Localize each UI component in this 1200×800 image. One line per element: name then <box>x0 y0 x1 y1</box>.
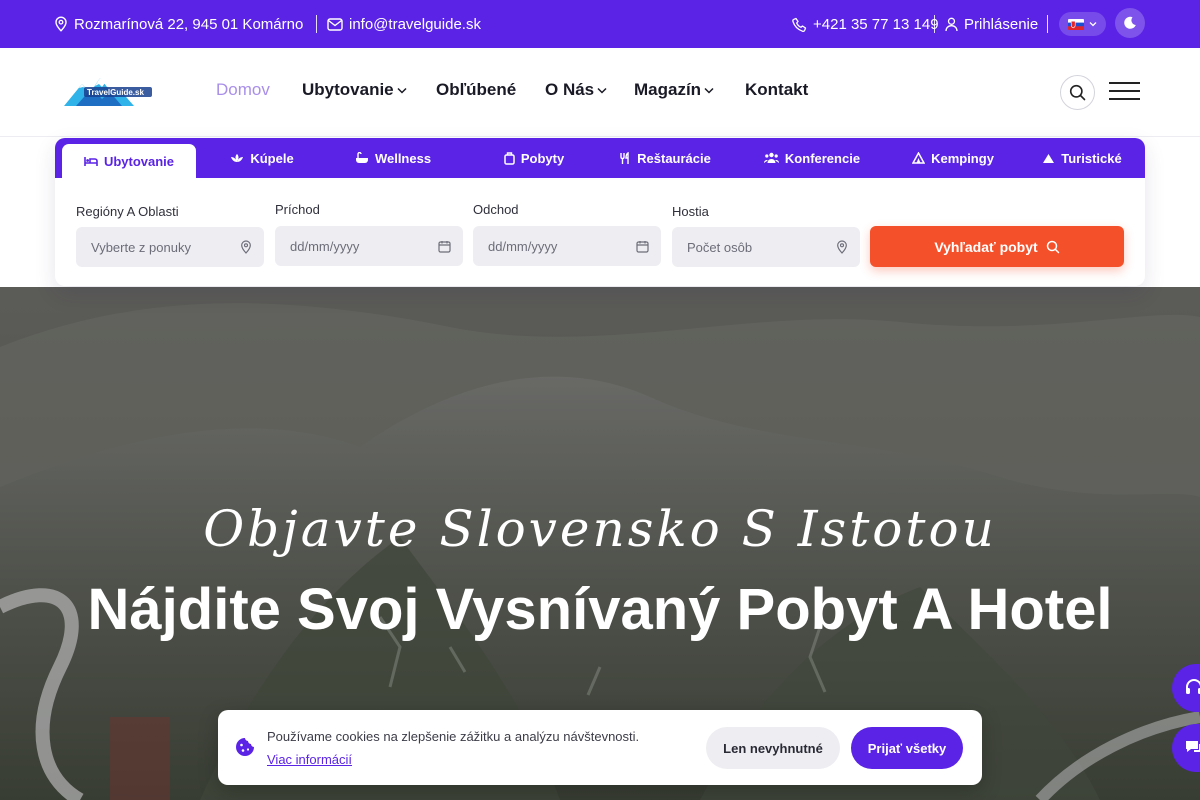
tab-label: Turistické <box>1061 150 1122 166</box>
nav-label: Obľúbené <box>436 80 517 99</box>
logo-text: TravelGuide.sk <box>87 88 144 97</box>
tab-label: Wellness <box>374 150 432 166</box>
guests-input[interactable]: Počet osôb <box>672 227 860 267</box>
departure-placeholder: dd/mm/yyyy <box>488 238 558 254</box>
departure-date-input[interactable]: dd/mm/yyyy <box>473 226 661 266</box>
envelope-icon <box>327 17 343 31</box>
address-text: Rozmarínová 22, 945 01 Komárno <box>74 15 304 33</box>
header-search-button[interactable] <box>1060 75 1095 110</box>
tab-label: Kempingy <box>931 150 994 166</box>
category-tabs: Ubytovanie Kúpele Wellness Pobyty Reštau… <box>55 138 1145 178</box>
search-card: Ubytovanie Kúpele Wellness Pobyty Reštau… <box>55 138 1145 286</box>
location-pin-icon <box>54 16 68 32</box>
nav-o-nas[interactable]: O Nás <box>545 80 607 100</box>
tab-restauracie[interactable]: Reštaurácie <box>603 138 727 178</box>
nav-domov[interactable]: Domov <box>216 80 270 100</box>
hero-title: Nájdite Svoj Vysnívaný Pobyt A Hotel <box>87 577 1113 642</box>
bathtub-icon <box>355 152 369 164</box>
moon-icon <box>1123 16 1137 30</box>
tab-label: Ubytovanie <box>103 153 175 169</box>
tab-konferencie[interactable]: Konferencie <box>745 138 879 178</box>
tent-icon <box>912 152 926 164</box>
tab-turisticke[interactable]: Turistické <box>1025 138 1139 178</box>
tab-label: Kúpele <box>250 150 294 166</box>
phone-link[interactable]: +421 35 77 13 149 <box>792 0 939 48</box>
top-bar: Rozmarínová 22, 945 01 Komárno info@trav… <box>0 0 1200 48</box>
field-label-departure: Odchod <box>473 202 519 217</box>
phone-icon <box>792 17 807 32</box>
calendar-icon <box>438 240 451 253</box>
site-logo[interactable]: TravelGuide.sk <box>62 72 154 112</box>
nav-label: Magazín <box>634 80 702 99</box>
nav-oblubene[interactable]: Obľúbené <box>436 80 516 100</box>
cookie-more-info-link[interactable]: Viac informácií <box>267 752 352 767</box>
language-selector[interactable] <box>1059 12 1106 36</box>
cookie-consent-banner: Používame cookies na zlepšenie zážitku a… <box>218 710 982 785</box>
email-text: info@travelguide.sk <box>349 15 481 33</box>
nav-label: Ubytovanie <box>302 80 394 99</box>
guests-placeholder: Počet osôb <box>687 239 753 255</box>
tab-label: Konferencie <box>784 150 861 166</box>
nav-kontakt[interactable]: Kontakt <box>745 80 808 100</box>
chevron-down-icon <box>397 87 407 94</box>
hero-script-title: Objavte Slovensko S Istotou <box>203 500 997 558</box>
divider <box>1047 15 1048 33</box>
field-label-arrival: Príchod <box>275 202 320 217</box>
calendar-icon <box>636 240 649 253</box>
tab-label: Pobyty <box>520 150 565 166</box>
divider <box>934 15 935 33</box>
tab-pobyty[interactable]: Pobyty <box>473 138 595 178</box>
search-icon <box>1069 84 1086 101</box>
cutlery-icon <box>619 151 631 165</box>
field-label-region: Regióny A Oblasti <box>76 204 179 219</box>
user-icon <box>945 17 958 32</box>
field-label-guests: Hostia <box>672 204 709 219</box>
accept-all-button[interactable]: Prijať všetky <box>851 727 963 769</box>
phone-text: +421 35 77 13 149 <box>813 15 939 33</box>
location-pin-icon <box>240 240 252 254</box>
nav-label: Domov <box>216 80 270 99</box>
location-pin-icon <box>836 240 848 254</box>
search-stay-button[interactable]: Vyhľadať pobyt <box>870 226 1124 267</box>
bed-icon <box>84 156 98 167</box>
search-button-label: Vyhľadať pobyt <box>934 238 1038 255</box>
nav-label: Kontakt <box>745 80 809 99</box>
mountain-icon <box>1042 153 1055 164</box>
chevron-down-icon <box>704 87 714 94</box>
email-link[interactable]: info@travelguide.sk <box>327 0 481 48</box>
arrival-date-input[interactable]: dd/mm/yyyy <box>275 226 463 266</box>
cookie-icon <box>235 737 255 757</box>
chevron-down-icon <box>1089 21 1097 27</box>
suitcase-icon <box>504 151 515 165</box>
essential-only-button[interactable]: Len nevyhnutné <box>706 727 840 769</box>
nav-label: O Nás <box>545 80 595 99</box>
region-placeholder: Vyberte z ponuky <box>91 239 191 255</box>
tab-kempingy[interactable]: Kempingy <box>891 138 1015 178</box>
divider <box>316 15 317 33</box>
slovak-flag-icon <box>1068 18 1084 30</box>
people-icon <box>763 152 779 164</box>
login-text: Prihlásenie <box>964 15 1039 33</box>
tab-kupele[interactable]: Kúpele <box>203 138 321 178</box>
address-item: Rozmarínová 22, 945 01 Komárno <box>54 0 303 48</box>
main-header: TravelGuide.sk Domov Ubytovanie Obľúbené… <box>0 48 1200 137</box>
tab-wellness[interactable]: Wellness <box>329 138 457 178</box>
lotus-icon <box>230 153 244 164</box>
chat-icon <box>1184 738 1200 758</box>
region-select[interactable]: Vyberte z ponuky <box>76 227 264 267</box>
nav-magazin[interactable]: Magazín <box>634 80 714 100</box>
headset-icon <box>1184 679 1200 697</box>
nav-ubytovanie[interactable]: Ubytovanie <box>302 80 407 100</box>
cookie-message: Používame cookies na zlepšenie zážitku a… <box>267 729 640 744</box>
login-link[interactable]: Prihlásenie <box>945 0 1038 48</box>
tab-label: Reštaurácie <box>637 150 711 166</box>
arrival-placeholder: dd/mm/yyyy <box>290 238 360 254</box>
hamburger-menu-icon[interactable] <box>1109 82 1140 102</box>
tab-ubytovanie[interactable]: Ubytovanie <box>62 144 196 178</box>
search-icon <box>1046 240 1060 254</box>
dark-mode-toggle[interactable] <box>1115 8 1145 38</box>
chevron-down-icon <box>597 87 607 94</box>
